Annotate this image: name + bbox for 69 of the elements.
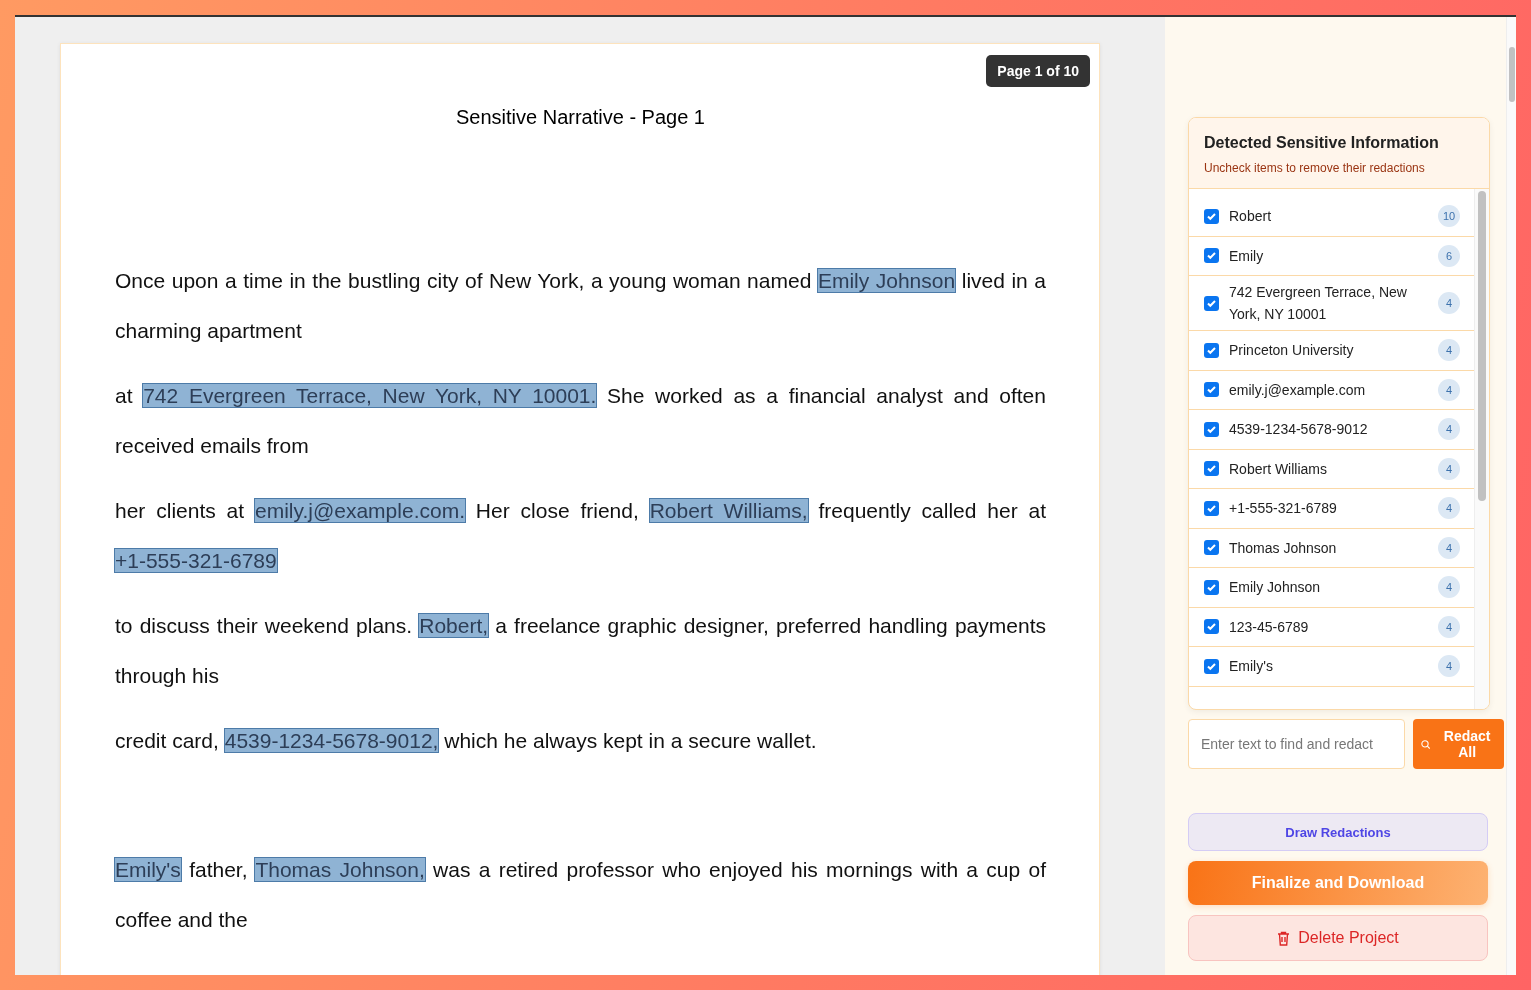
paragraph: Once upon a time in the bustling city of New York, a young woman named Emily Johnson lived in a charming apartment [115, 268, 1046, 344]
check-icon [1206, 542, 1217, 554]
scrollbar-thumb[interactable] [1509, 47, 1515, 102]
detected-item[interactable]: Emily's 4 [1189, 647, 1475, 687]
search-icon [1421, 738, 1431, 750]
detected-item[interactable]: Thomas Johnson 4 [1189, 528, 1475, 568]
checkbox[interactable] [1204, 658, 1219, 674]
checkbox[interactable] [1204, 342, 1219, 358]
count-badge: 4 [1438, 418, 1460, 441]
paragraph: credit card, 4539-1234-5678-9012, which he always kept in a secure wallet. [115, 728, 818, 754]
checkbox[interactable] [1204, 579, 1219, 595]
detected-item[interactable]: emily.j@example.com 4 [1189, 370, 1475, 410]
item-label: Emily's [1229, 657, 1274, 677]
count-badge: 6 [1438, 244, 1460, 267]
detected-item[interactable]: Emily 6 [1189, 236, 1475, 276]
item-label: Emily [1229, 246, 1265, 266]
count-badge: 4 [1438, 576, 1460, 599]
detected-item[interactable]: Emily Johnson 4 [1189, 568, 1475, 608]
item-label: 123-45-6789 [1229, 617, 1310, 637]
page-indicator: Page 1 of 10 [986, 55, 1090, 87]
count-badge: 4 [1438, 457, 1460, 480]
item-label: Thomas Johnson [1229, 538, 1338, 558]
paragraph: Emily's father, Thomas Johnson, was a retired professor who enjoyed his mornings with a cup of coffee and the [115, 857, 1046, 933]
check-icon [1206, 621, 1217, 633]
count-badge: 4 [1438, 615, 1460, 638]
count-badge: 4 [1438, 655, 1460, 678]
panel-subtitle: Uncheck items to remove their redactions [1204, 161, 1426, 175]
count-badge: 4 [1438, 292, 1460, 314]
item-label: Emily Johnson [1229, 578, 1322, 598]
detected-item[interactable]: Princeton University 4 [1189, 331, 1475, 371]
checkbox[interactable] [1204, 382, 1219, 398]
checkbox[interactable] [1204, 248, 1219, 264]
checkbox[interactable] [1204, 421, 1219, 437]
item-label: Robert Williams [1229, 459, 1328, 479]
checkbox[interactable] [1204, 461, 1219, 477]
paragraph: her clients at emily.j@example.com. Her close friend, Robert Williams, frequently called her at +1-555-321-6789 [115, 498, 1046, 574]
paragraph: at 742 Evergreen Terrace, New York, NY 10001. She worked as a financial analyst and often received emails from [115, 383, 1046, 459]
trash-icon [1277, 930, 1291, 946]
detected-item[interactable]: Robert 10 [1189, 197, 1475, 237]
checkbox[interactable] [1204, 619, 1219, 635]
checkbox[interactable] [1204, 208, 1219, 224]
checkbox[interactable] [1204, 295, 1219, 311]
paragraph: to discuss their weekend plans. Robert, a freelance graphic designer, preferred handling payments through his [115, 613, 1046, 689]
check-icon [1206, 250, 1217, 262]
count-badge: 10 [1438, 205, 1460, 228]
item-label: emily.j@example.com [1229, 380, 1367, 400]
item-label: +1-555-321-6789 [1229, 499, 1338, 519]
check-icon [1206, 384, 1217, 396]
delete-project-button[interactable]: Delete Project [1188, 915, 1488, 961]
count-badge: 4 [1438, 536, 1460, 559]
search-field[interactable]: Enter text to find and redact [1188, 719, 1405, 769]
count-badge: 4 [1438, 497, 1460, 520]
check-icon [1206, 463, 1217, 475]
scrollbar-thumb[interactable] [1478, 191, 1486, 501]
panel-title: Detected Sensitive Information [1204, 134, 1440, 152]
item-label: 4539-1234-5678-9012 [1229, 420, 1369, 440]
count-badge: 4 [1438, 378, 1460, 401]
detected-item[interactable]: 4539-1234-5678-9012 4 [1189, 410, 1475, 450]
detected-item[interactable]: Robert Williams 4 [1189, 449, 1475, 489]
detected-item[interactable]: +1-555-321-6789 4 [1189, 489, 1475, 529]
count-badge: 4 [1438, 339, 1460, 362]
item-label: Princeton University [1229, 341, 1355, 361]
document-title: Sensitive Narrative - Page 1 [455, 105, 706, 129]
item-label: Robert [1229, 207, 1273, 227]
item-label: 742 Evergreen Terrace, New York, NY 10001 [1229, 283, 1408, 324]
draw-redactions-button[interactable]: Draw Redactions [1188, 813, 1488, 851]
checkbox[interactable] [1204, 540, 1219, 556]
detected-item[interactable]: 123-45-6789 4 [1189, 607, 1475, 647]
checkbox[interactable] [1204, 500, 1219, 516]
